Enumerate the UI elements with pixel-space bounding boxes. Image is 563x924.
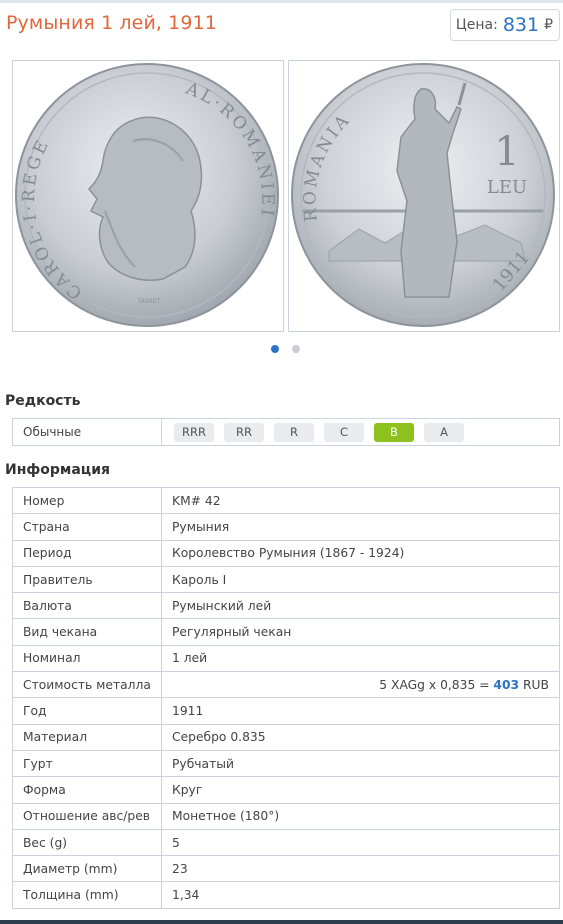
obverse-image[interactable]: CAROL·I·REGE AL·ROMANIEI TASSET xyxy=(12,60,284,332)
row-key: Форма xyxy=(12,776,162,804)
table-row: Страна Румыния xyxy=(12,513,560,541)
metal-value: 5 XAGg x 0,835 = 403 RUB xyxy=(161,671,560,699)
page-title: Румыния 1 лей, 1911 xyxy=(6,12,217,34)
grade-c: C xyxy=(324,422,364,442)
rarity-heading: Редкость xyxy=(5,393,81,409)
row-value: Круг xyxy=(161,776,560,804)
table-row: Материал Серебро 0.835 xyxy=(12,723,560,751)
row-value: KM# 42 xyxy=(161,486,560,515)
rarity-table: Обычные RRR RR R C B A xyxy=(12,418,560,446)
table-row: Вид чекана Регулярный чекан xyxy=(12,618,560,646)
row-key: Стоимость металла xyxy=(12,671,162,699)
price-value: 831 xyxy=(502,14,540,36)
carousel-dot-2[interactable] xyxy=(292,345,300,353)
metal-currency: RUB xyxy=(523,677,549,692)
table-row: Диаметр (mm) 23 xyxy=(12,855,560,883)
row-key: Толщина (mm) xyxy=(12,881,162,909)
row-value: Серебро 0.835 xyxy=(161,723,560,751)
row-value: 1911 xyxy=(161,697,560,725)
row-value: Рубчатый xyxy=(161,749,560,778)
table-row: Период Королевство Румыния (1867 - 1924) xyxy=(12,539,560,567)
row-value: 1,34 xyxy=(161,881,560,909)
row-key: Валюта xyxy=(12,592,162,620)
row-value: Королевство Румыния (1867 - 1924) xyxy=(161,539,560,567)
grade-r: R xyxy=(274,422,314,442)
row-key: Гурт xyxy=(12,749,162,778)
info-heading: Информация xyxy=(5,462,110,478)
reverse-coin: ROMANIA 1 LEU 1911 xyxy=(291,63,555,327)
row-key: Номинал xyxy=(12,644,162,673)
table-row: Толщина (mm) 1,34 xyxy=(12,881,560,909)
table-row: Валюта Румынский лей xyxy=(12,592,560,620)
table-row: Номер KM# 42 xyxy=(12,486,560,515)
top-border xyxy=(0,0,563,3)
price-currency: ₽ xyxy=(544,17,553,33)
row-value: Румыния xyxy=(161,513,560,541)
row-value: Румынский лей xyxy=(161,592,560,620)
table-row: Форма Круг xyxy=(12,776,560,804)
row-value: Регулярный чекан xyxy=(161,618,560,646)
grade-a: A xyxy=(424,422,464,442)
table-row: Гурт Рубчатый xyxy=(12,749,560,778)
bottom-bar xyxy=(0,920,563,924)
row-value: 5 xyxy=(161,828,560,857)
price-label: Цена: xyxy=(455,17,498,33)
row-value: Кароль I xyxy=(161,565,560,594)
table-row: Отношение авс/рев Монетное (180°) xyxy=(12,802,560,830)
row-key: Вес (g) xyxy=(12,828,162,857)
row-key: Период xyxy=(12,539,162,567)
table-row: Стоимость металла 5 XAGg x 0,835 = 403 R… xyxy=(12,671,560,699)
info-table: Номер KM# 42 Страна Румыния Период Королевс… xyxy=(12,486,560,909)
row-value: 1 лей xyxy=(161,644,560,673)
grade-rr: RR xyxy=(224,422,264,442)
denomination-number: 1 xyxy=(494,129,519,175)
row-key: Номер xyxy=(12,486,162,515)
metal-formula: 5 XAGg x 0,835 = xyxy=(379,677,490,692)
reverse-image[interactable]: ROMANIA 1 LEU 1911 xyxy=(288,60,560,332)
grade-rrr: RRR xyxy=(174,422,214,442)
obverse-coin: CAROL·I·REGE AL·ROMANIEI TASSET xyxy=(15,63,279,327)
carousel-dot-1[interactable] xyxy=(271,345,279,353)
rarity-label: Обычные xyxy=(13,419,162,445)
metal-amount: 403 xyxy=(493,677,520,692)
denomination-unit: LEU xyxy=(487,177,527,198)
row-key: Страна xyxy=(12,513,162,541)
row-key: Материал xyxy=(12,723,162,751)
row-key: Отношение авс/рев xyxy=(12,802,162,830)
table-row: Правитель Кароль I xyxy=(12,565,560,594)
row-key: Диаметр (mm) xyxy=(12,855,162,883)
engraver-mark: TASSET xyxy=(137,298,161,305)
row-value: 23 xyxy=(161,855,560,883)
grade-b: B xyxy=(374,422,414,442)
rarity-grades: RRR RR R C B A xyxy=(162,419,464,445)
table-row: Вес (g) 5 xyxy=(12,828,560,857)
table-row: Год 1911 xyxy=(12,697,560,725)
carousel-dots xyxy=(271,345,300,353)
row-key: Год xyxy=(12,697,162,725)
row-key: Вид чекана xyxy=(12,618,162,646)
row-value: Монетное (180°) xyxy=(161,802,560,830)
table-row: Номинал 1 лей xyxy=(12,644,560,673)
price-box: Цена: 831 ₽ xyxy=(450,9,560,41)
row-key: Правитель xyxy=(12,565,162,594)
